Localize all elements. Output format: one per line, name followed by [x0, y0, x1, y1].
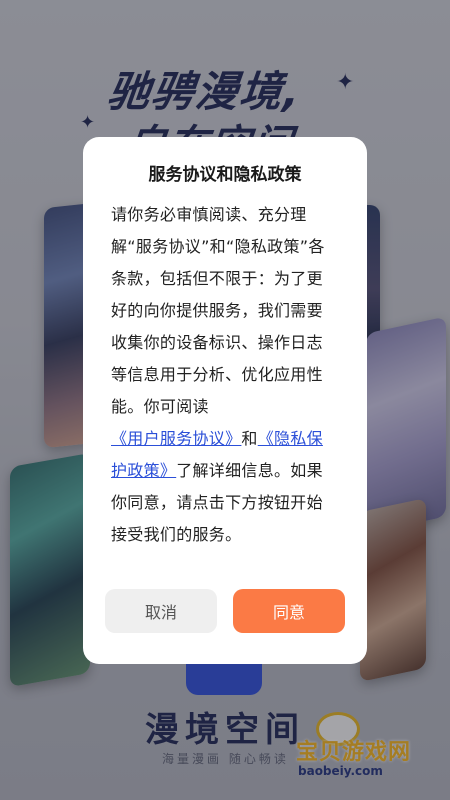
dialog-body: 请你务必审慎阅读、充分理解“服务协议”和“隐私政策”各条款，包括但不限于：为了更… [111, 199, 339, 551]
dialog-body-prefix: 请你务必审慎阅读、充分理解“服务协议”和“隐私政策”各条款，包括但不限于：为了更… [111, 205, 325, 416]
user-agreement-link[interactable]: 《用户服务协议》 [111, 429, 241, 448]
cancel-button[interactable]: 取消 [105, 589, 217, 633]
dialog-title: 服务协议和隐私政策 [148, 165, 302, 185]
privacy-dialog: 服务协议和隐私政策 请你务必审慎阅读、充分理解“服务协议”和“隐私政策”各条款，… [83, 137, 367, 664]
dialog-body-conjunction: 和 [241, 429, 258, 448]
agree-button[interactable]: 同意 [233, 589, 345, 633]
